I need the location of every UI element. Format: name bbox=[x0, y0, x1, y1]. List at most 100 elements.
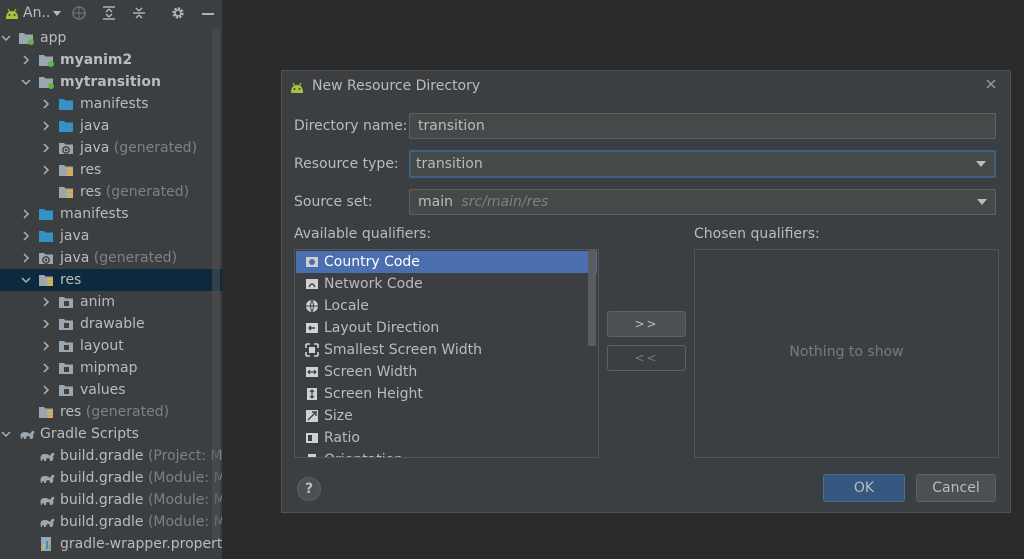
qualifier-label: Locale bbox=[324, 298, 369, 314]
available-qualifiers-list[interactable]: Country Code Network Code Locale Layout Dir… bbox=[294, 249, 599, 458]
tree-item[interactable]: manifests bbox=[0, 93, 222, 115]
tree-item[interactable]: res bbox=[0, 159, 222, 181]
folder-icon bbox=[58, 316, 74, 332]
chevron-down-icon[interactable] bbox=[0, 32, 12, 44]
close-icon[interactable] bbox=[984, 77, 998, 91]
chevron-down-icon[interactable] bbox=[20, 76, 32, 88]
qualifier-item[interactable]: Country Code bbox=[296, 251, 597, 273]
cancel-button[interactable]: Cancel bbox=[916, 474, 996, 502]
layout-direction-icon bbox=[305, 321, 319, 335]
collapse-all-icon[interactable] bbox=[130, 4, 148, 22]
tree-item[interactable]: manifests bbox=[0, 203, 222, 225]
chevron-right-icon[interactable] bbox=[40, 318, 52, 330]
qualifier-item[interactable]: Size bbox=[296, 405, 597, 427]
chevron-right-icon[interactable] bbox=[40, 362, 52, 374]
tree-item[interactable]: Gradle Scripts bbox=[0, 423, 222, 445]
tree-item[interactable]: res (generated) bbox=[0, 181, 222, 203]
expand-all-icon[interactable] bbox=[100, 4, 118, 22]
tree-item-label: drawable bbox=[80, 316, 145, 332]
chevron-right-icon[interactable] bbox=[20, 208, 32, 220]
chevron-right-icon[interactable] bbox=[40, 384, 52, 396]
chevron-right-icon[interactable] bbox=[40, 164, 52, 176]
project-scrollbar[interactable] bbox=[212, 28, 220, 540]
tree-item-name: java bbox=[60, 250, 90, 266]
source-set-value: main src/main/res bbox=[418, 194, 548, 210]
chevron-right-icon[interactable] bbox=[40, 296, 52, 308]
project-view-selector[interactable]: An.. bbox=[23, 4, 63, 22]
minimize-icon[interactable] bbox=[199, 4, 217, 22]
tree-item-name: res bbox=[80, 162, 102, 178]
tree-item-label: build.gradle (Module: My bbox=[60, 492, 222, 508]
ok-button[interactable]: OK bbox=[823, 474, 905, 502]
directory-name-label: Directory name: bbox=[294, 118, 408, 134]
tree-item[interactable]: drawable bbox=[0, 313, 222, 335]
project-tree: app myanim2 mytransition manifests java java … bbox=[0, 27, 222, 555]
source-set-select[interactable]: main src/main/res bbox=[409, 189, 996, 215]
help-button[interactable]: ? bbox=[297, 477, 321, 501]
resource-type-select[interactable]: transition bbox=[409, 150, 996, 178]
tree-item[interactable]: mytransition bbox=[0, 71, 222, 93]
tree-item-label: anim bbox=[80, 294, 115, 310]
qualifier-item[interactable]: Ratio bbox=[296, 427, 597, 449]
tree-item[interactable]: build.gradle (Module: My bbox=[0, 511, 222, 533]
gradle-icon bbox=[38, 448, 55, 464]
tree-item-name: res bbox=[80, 184, 102, 200]
project-toolbar: An.. bbox=[0, 0, 222, 26]
tree-item[interactable]: build.gradle (Module: My bbox=[0, 467, 222, 489]
chevron-right-icon[interactable] bbox=[20, 54, 32, 66]
gear-icon[interactable] bbox=[169, 4, 187, 22]
tree-item-name: mytransition bbox=[60, 74, 161, 90]
chevron-right-icon[interactable] bbox=[20, 230, 32, 242]
tree-item[interactable]: java (generated) bbox=[0, 247, 222, 269]
target-icon[interactable] bbox=[70, 4, 88, 22]
android-icon bbox=[289, 80, 305, 98]
tree-item-label: java (generated) bbox=[80, 140, 197, 156]
tree-item[interactable]: build.gradle (Module: My bbox=[0, 489, 222, 511]
qualifier-item[interactable]: Layout Direction bbox=[296, 317, 597, 339]
chosen-qualifiers-list[interactable]: Nothing to show bbox=[694, 249, 999, 458]
tree-item[interactable]: java (generated) bbox=[0, 137, 222, 159]
android-icon[interactable] bbox=[4, 4, 20, 22]
tree-item-name: res bbox=[60, 272, 82, 288]
chevron-down-icon[interactable] bbox=[0, 428, 12, 440]
chevron-down-icon[interactable] bbox=[20, 274, 32, 286]
tree-item[interactable]: res (generated) bbox=[0, 401, 222, 423]
qualifier-item[interactable]: Screen Height bbox=[296, 383, 597, 405]
panel-divider[interactable] bbox=[222, 0, 224, 559]
tree-item[interactable]: myanim2 bbox=[0, 49, 222, 71]
properties-file-icon bbox=[38, 536, 54, 552]
tree-item[interactable]: layout bbox=[0, 335, 222, 357]
tree-item-name: java bbox=[60, 228, 90, 244]
qualifier-label: Orientation bbox=[324, 452, 403, 457]
directory-name-field[interactable]: transition bbox=[409, 113, 996, 139]
tree-item[interactable]: java bbox=[0, 115, 222, 137]
add-qualifier-button[interactable]: >> bbox=[607, 311, 686, 337]
tree-item-suffix: (generated) bbox=[81, 404, 170, 420]
chevron-right-icon[interactable] bbox=[40, 142, 52, 154]
folder-icon bbox=[58, 96, 74, 112]
chevron-right-icon[interactable] bbox=[40, 120, 52, 132]
tree-item[interactable]: anim bbox=[0, 291, 222, 313]
ratio-icon bbox=[305, 431, 319, 445]
tree-item[interactable]: values bbox=[0, 379, 222, 401]
qualifier-item[interactable]: Screen Width bbox=[296, 361, 597, 383]
tree-item[interactable]: gradle-wrapper.properti bbox=[0, 533, 222, 555]
qualifier-item[interactable]: Orientation bbox=[296, 449, 597, 457]
tree-item[interactable]: res bbox=[0, 269, 222, 291]
size-icon bbox=[305, 409, 319, 423]
qualifier-item[interactable]: Smallest Screen Width bbox=[296, 339, 597, 361]
qualifier-item[interactable]: Network Code bbox=[296, 273, 597, 295]
generated-folder-icon bbox=[58, 140, 74, 156]
chevron-right-icon[interactable] bbox=[40, 98, 52, 110]
chevron-right-icon[interactable] bbox=[20, 252, 32, 264]
remove-qualifier-button[interactable]: << bbox=[607, 345, 686, 371]
chevron-right-icon[interactable] bbox=[40, 340, 52, 352]
tree-item-name: mipmap bbox=[80, 360, 138, 376]
tree-item-name: anim bbox=[80, 294, 115, 310]
tree-item[interactable]: java bbox=[0, 225, 222, 247]
qualifiers-scrollbar[interactable] bbox=[588, 250, 596, 346]
tree-item[interactable]: app bbox=[0, 27, 222, 49]
qualifier-item[interactable]: Locale bbox=[296, 295, 597, 317]
tree-item[interactable]: mipmap bbox=[0, 357, 222, 379]
tree-item[interactable]: build.gradle (Project: My bbox=[0, 445, 222, 467]
